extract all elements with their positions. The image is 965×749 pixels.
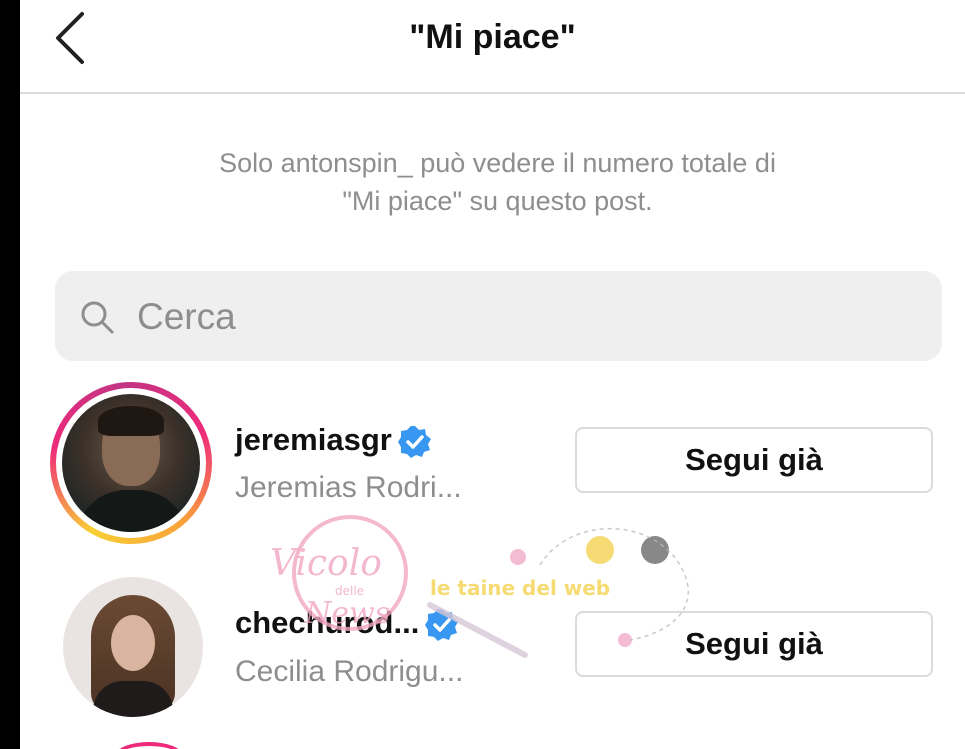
username-row[interactable]: jeremiasgr: [235, 422, 432, 459]
verified-badge-icon: [397, 425, 431, 458]
list-item[interactable]: chechurod... Cecilia Rodrigu... Segui gi…: [20, 577, 965, 749]
username[interactable]: chechurod...: [235, 605, 419, 640]
avatar[interactable]: [63, 577, 203, 717]
username[interactable]: jeremiasgr: [235, 422, 392, 457]
following-button[interactable]: Segui già: [575, 427, 933, 493]
notice-line-1: Solo antonspin_ può vedere il numero tot…: [219, 148, 776, 178]
likes-privacy-notice: Solo antonspin_ può vedere il numero tot…: [100, 144, 895, 220]
page-title: "Mi piace": [409, 18, 576, 56]
following-button[interactable]: Segui già: [575, 611, 933, 677]
story-ring-avatar[interactable]: [50, 382, 212, 544]
search-input[interactable]: [135, 285, 919, 349]
search-icon: [81, 301, 114, 334]
search-bar[interactable]: [55, 271, 942, 361]
avatar: [62, 394, 200, 532]
full-name: Jeremias Rodri...: [235, 471, 462, 504]
header-bar: "Mi piace": [20, 0, 965, 94]
likes-screen: "Mi piace" Solo antonspin_ può vedere il…: [20, 0, 965, 749]
full-name: Cecilia Rodrigu...: [235, 655, 464, 688]
verified-badge-icon: [425, 608, 459, 641]
notice-line-2: "Mi piace" su questo post.: [342, 186, 653, 216]
list-item[interactable]: jeremiasgr Jeremias Rodri... Segui già: [20, 382, 965, 562]
username-row[interactable]: chechurod...: [235, 605, 459, 642]
